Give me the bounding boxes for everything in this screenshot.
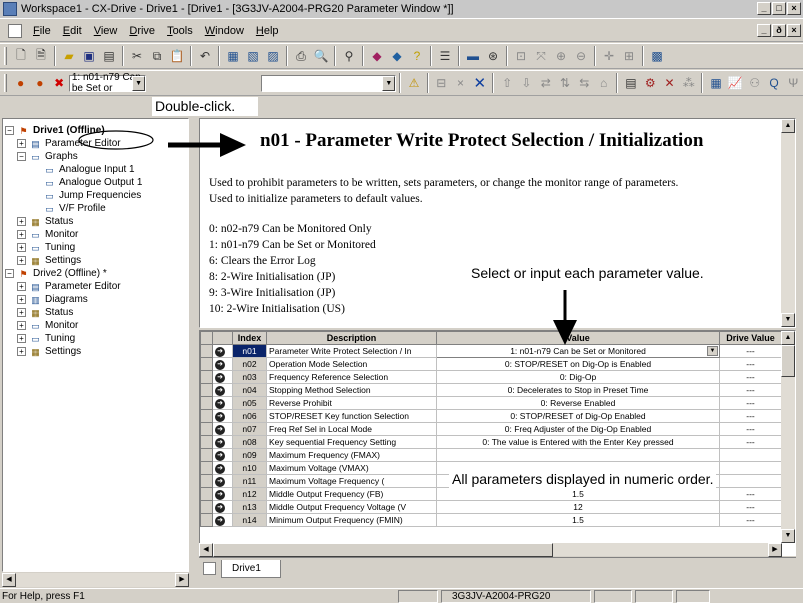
annotation-all-params: All parameters displayed in numeric orde… <box>449 470 717 488</box>
annotation-select-input: Select or input each parameter value. <box>468 265 707 281</box>
annotation-highlight-ellipse <box>78 130 154 150</box>
annotation-arrow-head <box>220 133 246 157</box>
annotation-overlay <box>78 130 577 345</box>
annotation-arrow-head <box>553 320 577 345</box>
